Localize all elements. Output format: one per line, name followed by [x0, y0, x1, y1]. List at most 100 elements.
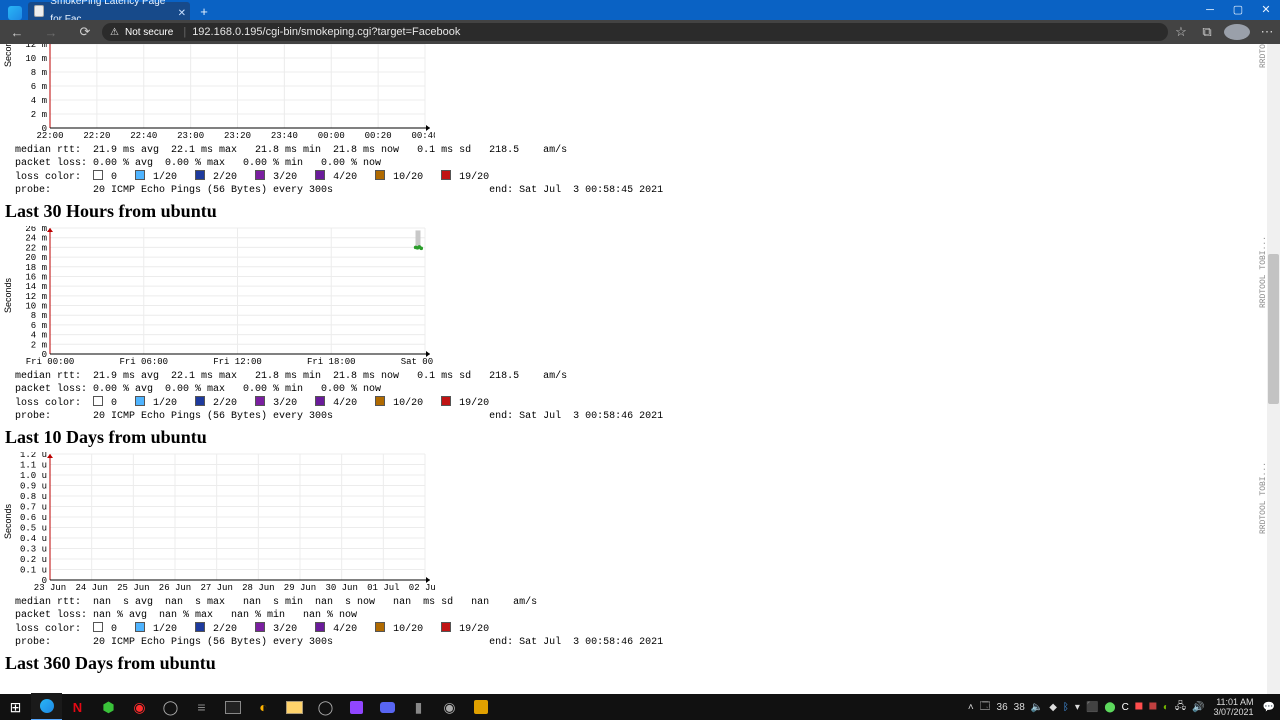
tray-notifications-icon[interactable]: 💬	[1260, 702, 1278, 713]
section-title-10d: Last 10 Days from ubuntu	[5, 427, 1267, 448]
svg-text:Fri 12:00: Fri 12:00	[213, 357, 262, 367]
tray-temp-icon[interactable]: 🗔	[977, 699, 994, 716]
back-button[interactable]: ←	[0, 25, 34, 40]
svg-text:Fri 06:00: Fri 06:00	[119, 357, 168, 367]
url-text: 192.168.0.195/cgi-bin/smokeping.cgi?targ…	[192, 26, 460, 38]
new-tab-button[interactable]: +	[196, 4, 212, 20]
taskbar-twitch-icon[interactable]	[341, 694, 372, 720]
tray-icon-2[interactable]: ⬛	[1083, 702, 1101, 713]
svg-text:8 m: 8 m	[31, 311, 47, 321]
tray-icon-6[interactable]: ⯀	[1146, 702, 1160, 713]
y-axis-label: Seconds	[3, 504, 13, 539]
svg-text:0.5 u: 0.5 u	[20, 524, 47, 534]
y-axis-label: Seconds	[3, 44, 13, 67]
svg-text:6 m: 6 m	[31, 321, 47, 331]
svg-text:1.1 u: 1.1 u	[20, 461, 47, 471]
vertical-scrollbar[interactable]	[1267, 44, 1280, 694]
collections-icon[interactable]: ⧉	[1194, 24, 1220, 40]
svg-text:0.6 u: 0.6 u	[20, 513, 47, 523]
tray-app-icon[interactable]: ◆	[1046, 702, 1060, 713]
tray-temp-2: 38	[1011, 702, 1028, 713]
taskbar-netflix-icon[interactable]: N	[62, 694, 93, 720]
svg-text:8 m: 8 m	[31, 68, 47, 78]
svg-text:22 m: 22 m	[25, 243, 47, 253]
taskbar-app-icon-2[interactable]: ◯	[155, 694, 186, 720]
svg-text:22:00: 22:00	[36, 131, 63, 141]
browser-tab[interactable]: SmokePing Latency Page for Fac ✕	[28, 2, 190, 20]
taskbar-explorer-icon[interactable]	[279, 694, 310, 720]
tray-nvidia-icon[interactable]: ◐	[1160, 702, 1172, 713]
svg-text:23:40: 23:40	[271, 131, 298, 141]
tray-network-icon[interactable]: 🖧	[1172, 699, 1189, 716]
chart-block-10d: Seconds1.2 u1.1 u1.0 u0.9 u0.8 u0.7 u0.6…	[5, 452, 1267, 649]
close-window-button[interactable]: ✕	[1252, 0, 1280, 20]
svg-text:22:20: 22:20	[83, 131, 110, 141]
menu-icon[interactable]: ⋯	[1254, 24, 1280, 40]
svg-text:Fri 18:00: Fri 18:00	[307, 357, 356, 367]
svg-text:0.3 u: 0.3 u	[20, 545, 47, 555]
taskbar-app-icon-7[interactable]	[465, 694, 496, 720]
edge-logo-icon	[8, 6, 22, 20]
taskbar-app-icon-4[interactable]: ◐	[248, 694, 279, 720]
page-viewport: Seconds20 m18 m16 m14 m12 m10 m8 m6 m4 m…	[0, 44, 1267, 694]
forward-button[interactable]: →	[34, 25, 68, 40]
start-button[interactable]: ⊞	[0, 694, 31, 720]
svg-text:Sat 00:00: Sat 00:00	[401, 357, 435, 367]
taskbar-app-icon-1[interactable]: ◉	[124, 694, 155, 720]
svg-text:24 Jun: 24 Jun	[75, 583, 107, 593]
svg-text:10 m: 10 m	[25, 302, 47, 312]
svg-text:00:00: 00:00	[318, 131, 345, 141]
svg-text:16 m: 16 m	[25, 272, 47, 282]
svg-text:12 m: 12 m	[25, 44, 47, 50]
tab-favicon-icon	[34, 5, 44, 17]
favorites-icon[interactable]: ☆	[1168, 24, 1194, 40]
profile-avatar-icon[interactable]	[1224, 24, 1250, 40]
svg-text:01 Jul: 01 Jul	[367, 583, 399, 593]
tray-bluetooth-icon[interactable]: ᛒ	[1060, 702, 1072, 713]
smokeping-chart: 20 m18 m16 m14 m12 m10 m8 m6 m4 m2 m022:…	[5, 44, 435, 144]
clock-date: 3/07/2021	[1214, 707, 1254, 717]
maximize-button[interactable]: ▢	[1224, 0, 1252, 20]
taskbar-shield-icon[interactable]: ⬢	[93, 694, 124, 720]
reload-button[interactable]: ⟳	[68, 24, 102, 40]
tray-volume-icon[interactable]: 🔊	[1189, 702, 1207, 713]
svg-text:23 Jun: 23 Jun	[34, 583, 66, 593]
svg-text:00:20: 00:20	[365, 131, 392, 141]
clock-time: 11:01 AM	[1214, 697, 1254, 707]
taskbar-discord-icon[interactable]	[372, 694, 403, 720]
scrollbar-thumb[interactable]	[1268, 254, 1279, 404]
taskbar-app-icon-3[interactable]: ≡	[186, 694, 217, 720]
svg-text:26 Jun: 26 Jun	[159, 583, 191, 593]
tray-icon-4[interactable]: C	[1119, 702, 1132, 713]
taskbar-terminal-icon[interactable]	[217, 694, 248, 720]
svg-text:28 Jun: 28 Jun	[242, 583, 274, 593]
chart-block-3h: Seconds20 m18 m16 m14 m12 m10 m8 m6 m4 m…	[5, 44, 1267, 197]
tray-icon-5[interactable]: ⯀	[1132, 702, 1146, 713]
chart-metadata: median rtt: nan s avg nan s max nan s mi…	[15, 596, 1267, 649]
tray-speaker-icon[interactable]: 🔈	[1028, 702, 1046, 713]
minimize-button[interactable]: ─	[1196, 0, 1224, 20]
svg-text:0.4 u: 0.4 u	[20, 534, 47, 544]
windows-taskbar: ⊞ N ⬢ ◉ ◯ ≡ ◐ ◯ ▮ ◉ ˄ 🗔 36 38 🔈 ◆ ᛒ ▾ ⬛ …	[0, 694, 1280, 720]
tray-expand-icon[interactable]: ˄	[965, 702, 977, 713]
svg-text:0.1 u: 0.1 u	[20, 566, 47, 576]
tray-icon-3[interactable]: ⬤	[1101, 702, 1118, 713]
svg-text:27 Jun: 27 Jun	[200, 583, 232, 593]
svg-text:1.2 u: 1.2 u	[20, 452, 47, 460]
address-bar[interactable]: ⚠ Not secure | 192.168.0.195/cgi-bin/smo…	[102, 23, 1168, 41]
browser-chrome: SmokePing Latency Page for Fac ✕ + ─ ▢ ✕…	[0, 0, 1280, 44]
svg-text:30 Jun: 30 Jun	[325, 583, 357, 593]
security-shield-icon: ⚠	[110, 27, 119, 38]
taskbar-clock[interactable]: 11:01 AM 3/07/2021	[1208, 697, 1260, 717]
taskbar-edge-icon[interactable]	[31, 693, 62, 720]
svg-text:0.8 u: 0.8 u	[20, 492, 47, 502]
svg-text:0.9 u: 0.9 u	[20, 482, 47, 492]
taskbar-app-icon-5[interactable]: ◯	[310, 694, 341, 720]
chart-metadata: median rtt: 21.9 ms avg 22.1 ms max 21.8…	[15, 370, 1267, 423]
taskbar-app-icon-6[interactable]: ▮	[403, 694, 434, 720]
taskbar-obs-icon[interactable]: ◉	[434, 694, 465, 720]
svg-text:Fri 00:00: Fri 00:00	[26, 357, 75, 367]
smokeping-chart: 26 m24 m22 m20 m18 m16 m14 m12 m10 m8 m6…	[5, 226, 435, 370]
tray-icon-1[interactable]: ▾	[1072, 702, 1083, 713]
svg-text:1.0 u: 1.0 u	[20, 471, 47, 481]
